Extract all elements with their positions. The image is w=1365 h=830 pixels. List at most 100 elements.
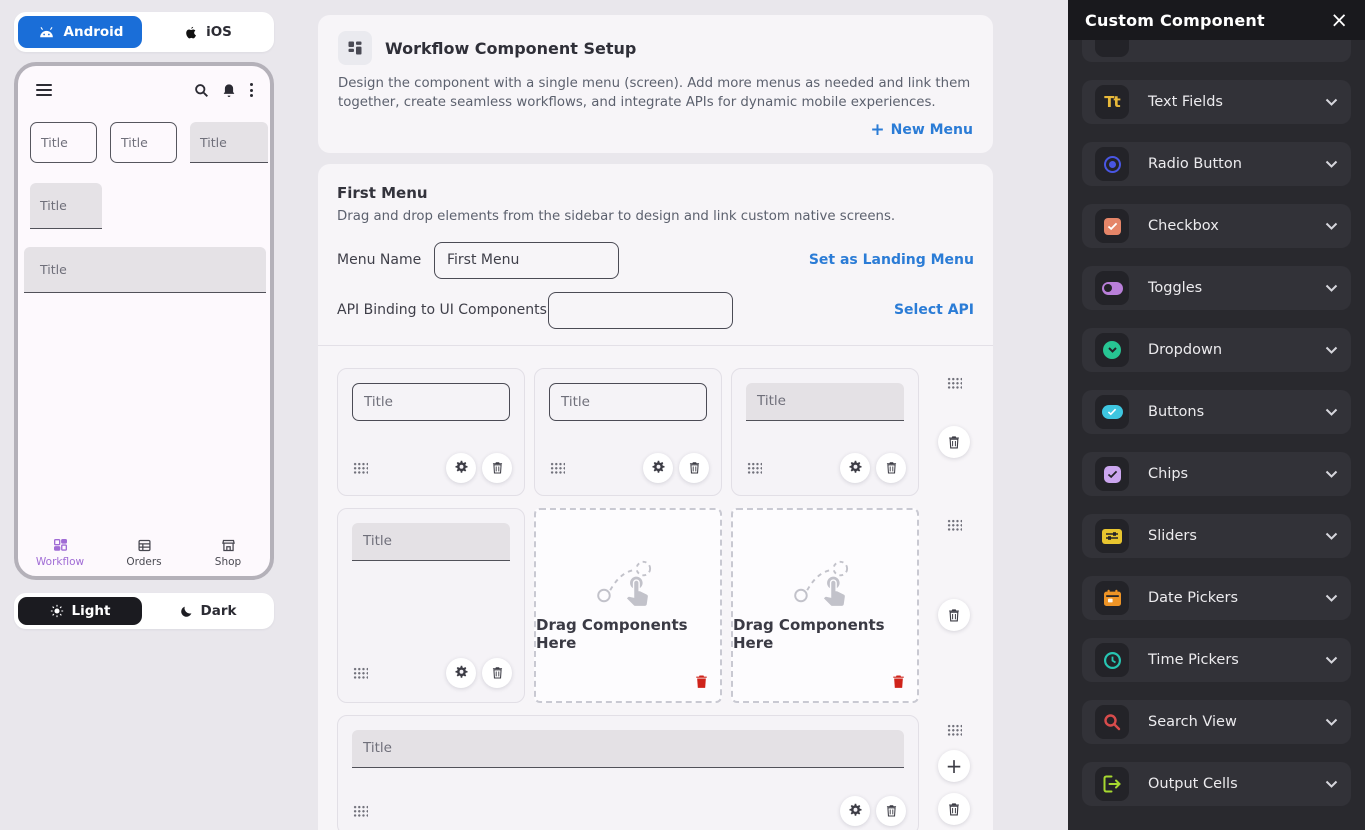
- date-pickers-icon: [1095, 581, 1129, 615]
- row-drag-handle[interactable]: [938, 377, 970, 389]
- row-delete-button[interactable]: [938, 426, 970, 458]
- chevron-down-icon[interactable]: [1325, 98, 1338, 106]
- component-item-time-pickers[interactable]: Time Pickers: [1082, 638, 1351, 682]
- title-field-preview[interactable]: Title: [352, 730, 904, 768]
- component-item-chips[interactable]: Chips: [1082, 452, 1351, 496]
- component-item-toggles[interactable]: Toggles: [1082, 266, 1351, 310]
- chevron-down-icon[interactable]: [1325, 346, 1338, 354]
- add-row-button[interactable]: +: [938, 750, 970, 782]
- phone-title-field[interactable]: Title: [190, 122, 268, 163]
- shop-icon: [221, 538, 236, 553]
- settings-button[interactable]: [446, 453, 476, 483]
- api-binding-row: API Binding to UI Components Select API: [337, 292, 974, 329]
- component-icon-tile: [1095, 40, 1129, 57]
- row-drag-handle[interactable]: [938, 519, 970, 531]
- phone-title-field[interactable]: Title: [110, 122, 177, 163]
- component-list: Tt Text Fields Radio Button Checkbox Tog…: [1068, 40, 1365, 830]
- component-item-text-fields[interactable]: Tt Text Fields: [1082, 80, 1351, 124]
- row-delete-button[interactable]: [938, 793, 970, 825]
- chevron-down-icon[interactable]: [1325, 222, 1338, 230]
- chevron-down-icon[interactable]: [1325, 532, 1338, 540]
- main-content: Workflow Component Setup Design the comp…: [318, 15, 993, 830]
- drag-handle-icon[interactable]: [353, 667, 368, 679]
- component-card[interactable]: Title: [337, 508, 525, 703]
- title-field-preview[interactable]: Title: [352, 383, 510, 421]
- android-tab-label: Android: [64, 24, 124, 40]
- component-item-checkbox[interactable]: Checkbox: [1082, 204, 1351, 248]
- chevron-down-icon[interactable]: [1325, 284, 1338, 292]
- ios-tab[interactable]: iOS: [146, 16, 270, 48]
- drag-handle-icon[interactable]: [550, 462, 565, 474]
- nav-label: Shop: [215, 556, 241, 568]
- menu-icon[interactable]: [36, 84, 52, 96]
- settings-button[interactable]: [840, 796, 870, 826]
- nav-item-orders[interactable]: Orders: [102, 538, 186, 568]
- title-field-preview[interactable]: Title: [352, 523, 510, 561]
- phone-field-row-1: Title Title Title: [30, 122, 268, 163]
- chevron-down-icon[interactable]: [1325, 718, 1338, 726]
- phone-title-field[interactable]: Title: [30, 122, 97, 163]
- delete-button[interactable]: [876, 453, 906, 483]
- chevron-down-icon[interactable]: [1325, 594, 1338, 602]
- chevron-down-icon[interactable]: [1325, 408, 1338, 416]
- dropzone-label: Drag Components Here: [536, 616, 720, 652]
- settings-button[interactable]: [446, 658, 476, 688]
- component-card[interactable]: Title: [534, 368, 722, 496]
- delete-button[interactable]: [482, 453, 512, 483]
- drag-handle-icon[interactable]: [353, 805, 368, 817]
- component-item-dropdown[interactable]: Dropdown: [1082, 328, 1351, 372]
- component-item-output-cells[interactable]: Output Cells: [1082, 762, 1351, 806]
- dark-theme-button[interactable]: Dark: [146, 597, 270, 625]
- menu-name-input[interactable]: [434, 242, 619, 279]
- device-toggle: Android iOS: [14, 12, 274, 52]
- component-item-radio-button[interactable]: Radio Button: [1082, 142, 1351, 186]
- title-field-preview[interactable]: Title: [549, 383, 707, 421]
- component-item-date-pickers[interactable]: Date Pickers: [1082, 576, 1351, 620]
- nav-item-workflow[interactable]: Workflow: [18, 538, 102, 568]
- drag-handle-icon[interactable]: [747, 462, 762, 474]
- nav-item-shop[interactable]: Shop: [186, 538, 270, 568]
- buttons-icon: [1095, 395, 1129, 429]
- workflow-icon: [53, 538, 68, 553]
- phone-bottom-nav: Workflow Orders Shop: [18, 538, 270, 568]
- component-item-sliders[interactable]: Sliders: [1082, 514, 1351, 558]
- chevron-down-icon[interactable]: [1325, 470, 1338, 478]
- component-item-partial[interactable]: [1082, 40, 1351, 62]
- component-card[interactable]: Title: [337, 715, 919, 830]
- light-theme-button[interactable]: Light: [18, 597, 142, 625]
- new-menu-button[interactable]: + New Menu: [870, 122, 973, 139]
- search-icon[interactable]: [194, 83, 209, 98]
- delete-button[interactable]: [482, 658, 512, 688]
- divider: [318, 345, 993, 346]
- phone-title-field[interactable]: Title: [30, 183, 102, 229]
- chevron-down-icon[interactable]: [1325, 160, 1338, 168]
- bell-icon[interactable]: [222, 83, 236, 98]
- chevron-down-icon[interactable]: [1325, 780, 1338, 788]
- delete-dropzone-button[interactable]: [694, 674, 709, 693]
- component-item-buttons[interactable]: Buttons: [1082, 390, 1351, 434]
- chevron-down-icon[interactable]: [1325, 656, 1338, 664]
- page-title: Workflow Component Setup: [385, 39, 636, 58]
- close-icon[interactable]: ×: [1330, 10, 1348, 31]
- drop-zone[interactable]: Drag Components Here: [731, 508, 919, 703]
- drag-handle-icon[interactable]: [353, 462, 368, 474]
- kebab-menu-icon[interactable]: [249, 82, 254, 98]
- delete-button[interactable]: [876, 796, 906, 826]
- row-drag-handle[interactable]: [938, 724, 970, 736]
- drop-zone[interactable]: Drag Components Here: [534, 508, 722, 703]
- settings-button[interactable]: [643, 453, 673, 483]
- component-card[interactable]: Title: [731, 368, 919, 496]
- delete-button[interactable]: [679, 453, 709, 483]
- api-binding-input[interactable]: [548, 292, 733, 329]
- title-field-preview[interactable]: Title: [746, 383, 904, 421]
- row-delete-button[interactable]: [938, 599, 970, 631]
- component-card[interactable]: Title: [337, 368, 525, 496]
- set-landing-menu-link[interactable]: Set as Landing Menu: [809, 252, 974, 268]
- drag-hand-icon: [594, 558, 662, 608]
- android-tab[interactable]: Android: [18, 16, 142, 48]
- component-item-search-view[interactable]: Search View: [1082, 700, 1351, 744]
- settings-button[interactable]: [840, 453, 870, 483]
- phone-title-field[interactable]: Title: [24, 247, 266, 293]
- select-api-link[interactable]: Select API: [894, 302, 974, 318]
- delete-dropzone-button[interactable]: [891, 674, 906, 693]
